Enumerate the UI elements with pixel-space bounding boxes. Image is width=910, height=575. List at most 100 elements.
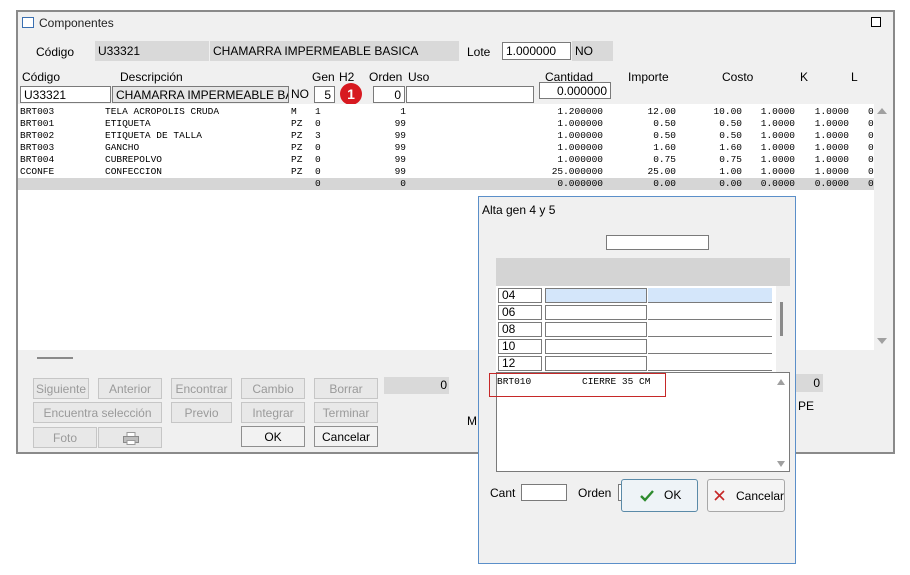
grid-vertical-scrollbar[interactable] <box>874 104 889 366</box>
encontrar-button[interactable]: Encontrar <box>171 378 232 399</box>
cell-k: 1.0000 <box>760 142 795 153</box>
cell-uso: PZ <box>291 154 303 165</box>
check-icon <box>640 490 654 502</box>
size-list-scroll-thumb[interactable] <box>780 302 783 336</box>
cell-descripcion: ETIQUETA DE TALLA <box>105 130 202 141</box>
size-list-scrollbar[interactable] <box>776 286 790 372</box>
cell-codigo: BRT002 <box>20 130 55 141</box>
dialog-ok-label: OK <box>664 488 682 502</box>
cancelar-button[interactable]: Cancelar <box>314 426 378 447</box>
ok-button[interactable]: OK <box>241 426 305 447</box>
cell-importe: 0.50 <box>653 118 676 129</box>
right-value-field: 0 <box>796 374 823 392</box>
terminar-button[interactable]: Terminar <box>314 402 378 423</box>
maximize-icon[interactable] <box>871 17 881 27</box>
col-l: L <box>851 70 858 84</box>
edit-cantidad-input[interactable]: 0.000000 <box>539 82 611 99</box>
table-row[interactable]: CCONFE CONFECCION PZ 0 99 25.000000 25.00 1.00 1… <box>18 166 874 178</box>
col-importe: Importe <box>628 70 669 84</box>
cell-codigo: BRT001 <box>20 118 55 129</box>
cell-extra: 0 <box>868 142 874 153</box>
borrar-button[interactable]: Borrar <box>314 378 378 399</box>
cell-costo: 0.00 <box>719 178 742 189</box>
cell-codigo: BRT003 <box>20 142 55 153</box>
size-list[interactable]: 04 06 08 10 12 <box>496 286 776 372</box>
lote-input[interactable]: 1.000000 <box>502 42 571 60</box>
integrar-button[interactable]: Integrar <box>241 402 305 423</box>
col-orden: Orden <box>369 70 403 84</box>
size-desc-cell[interactable] <box>545 305 647 320</box>
dialog-ok-button[interactable]: OK <box>621 479 698 512</box>
edit-gen-input[interactable]: 5 <box>314 86 335 103</box>
table-row[interactable]: 0 0 0.000000 0.00 0.00 0.0000 0.0000 0 <box>18 178 874 190</box>
encuentra-seleccion-button[interactable]: Encuentra selección <box>33 402 162 423</box>
table-row[interactable]: BRT004 CUBREPOLVO PZ 0 99 1.000000 0.75 0.75 1.0… <box>18 154 874 166</box>
previo-button[interactable]: Previo <box>171 402 232 423</box>
cell-k: 1.0000 <box>760 130 795 141</box>
size-desc-cell[interactable] <box>545 356 647 371</box>
orden-label: Orden <box>578 486 612 500</box>
size-code-cell[interactable]: 04 <box>498 288 542 303</box>
size-code-cell[interactable]: 10 <box>498 339 542 354</box>
size-desc-cell[interactable] <box>545 288 647 303</box>
memo-scroll-down-icon[interactable] <box>777 461 785 467</box>
cell-cantidad: 1.000000 <box>557 130 603 141</box>
dialog-search-input[interactable] <box>606 235 709 250</box>
cell-codigo: CCONFE <box>20 166 55 177</box>
scroll-down-icon[interactable] <box>877 338 887 344</box>
memo-scroll-up-icon[interactable] <box>777 379 785 385</box>
cell-descripcion: CUBREPOLVO <box>105 154 163 165</box>
size-code-cell[interactable]: 06 <box>498 305 542 320</box>
cell-gen: 0 <box>315 118 321 129</box>
size-extra-cell[interactable] <box>648 356 772 371</box>
size-extra-cell[interactable] <box>648 305 772 320</box>
cell-costo: 1.60 <box>719 142 742 153</box>
cambio-button[interactable]: Cambio <box>241 378 305 399</box>
size-code-cell[interactable]: 12 <box>498 356 542 371</box>
table-row[interactable]: BRT002 ETIQUETA DE TALLA PZ 3 99 1.000000 0.50… <box>18 130 874 142</box>
lote-no-field: NO <box>572 41 613 61</box>
table-row[interactable]: BRT001 ETIQUETA PZ 0 99 1.000000 0.50 0.50 1.000… <box>18 118 874 130</box>
edit-uso-input[interactable] <box>406 86 534 103</box>
siguiente-button[interactable]: Siguiente <box>33 378 89 399</box>
cell-orden: 99 <box>394 130 406 141</box>
horizontal-scroll-thumb[interactable] <box>37 357 73 359</box>
close-icon <box>714 490 725 501</box>
cell-extra: 0 <box>868 166 874 177</box>
cell-importe: 0.75 <box>653 154 676 165</box>
cell-k: 1.0000 <box>760 166 795 177</box>
size-desc-cell[interactable] <box>545 322 647 337</box>
scroll-up-icon[interactable] <box>877 108 887 114</box>
cell-importe: 0.50 <box>653 130 676 141</box>
cell-k: 1.0000 <box>760 118 795 129</box>
col-codigo: Código <box>22 70 61 84</box>
cell-importe: 12.00 <box>647 106 676 117</box>
lote-label: Lote <box>467 45 491 59</box>
size-extra-cell[interactable] <box>648 339 772 354</box>
print-button[interactable] <box>98 427 162 448</box>
size-code-cell[interactable]: 08 <box>498 322 542 337</box>
cell-codigo: BRT003 <box>20 106 55 117</box>
edit-codigo-input[interactable]: U33321 <box>20 86 111 103</box>
anterior-button[interactable]: Anterior <box>98 378 162 399</box>
cell-cantidad: 1.200000 <box>557 106 603 117</box>
table-row[interactable]: BRT003 GANCHO PZ 0 99 1.000000 1.60 1.60 1.0000 1… <box>18 142 874 154</box>
cell-l: 1.0000 <box>814 118 849 129</box>
size-extra-cell[interactable] <box>648 322 772 337</box>
size-desc-cell[interactable] <box>545 339 647 354</box>
codigo-label: Código <box>36 45 75 59</box>
bottom-value-field: 0 <box>384 377 449 394</box>
printer-icon <box>123 432 139 445</box>
col-descripcion: Descripción <box>120 70 183 84</box>
edit-descripcion-input[interactable]: CHAMARRA IMPERMEABLE BASICA <box>112 86 289 103</box>
cell-costo: 0.50 <box>719 130 742 141</box>
edit-orden-input[interactable]: 0 <box>373 86 405 103</box>
size-extra-cell[interactable] <box>648 288 772 303</box>
foto-button[interactable]: Foto <box>33 427 97 448</box>
table-row[interactable]: BRT003 TELA ACROPOLIS CRUDA M 1 1 1.200000 12.… <box>18 106 874 118</box>
dialog-cancel-button[interactable]: Cancelar <box>707 479 785 512</box>
window-title: Componentes <box>39 16 114 30</box>
cell-cantidad: 1.000000 <box>557 154 603 165</box>
cant-input[interactable] <box>521 484 567 501</box>
cell-gen: 0 <box>315 178 321 189</box>
